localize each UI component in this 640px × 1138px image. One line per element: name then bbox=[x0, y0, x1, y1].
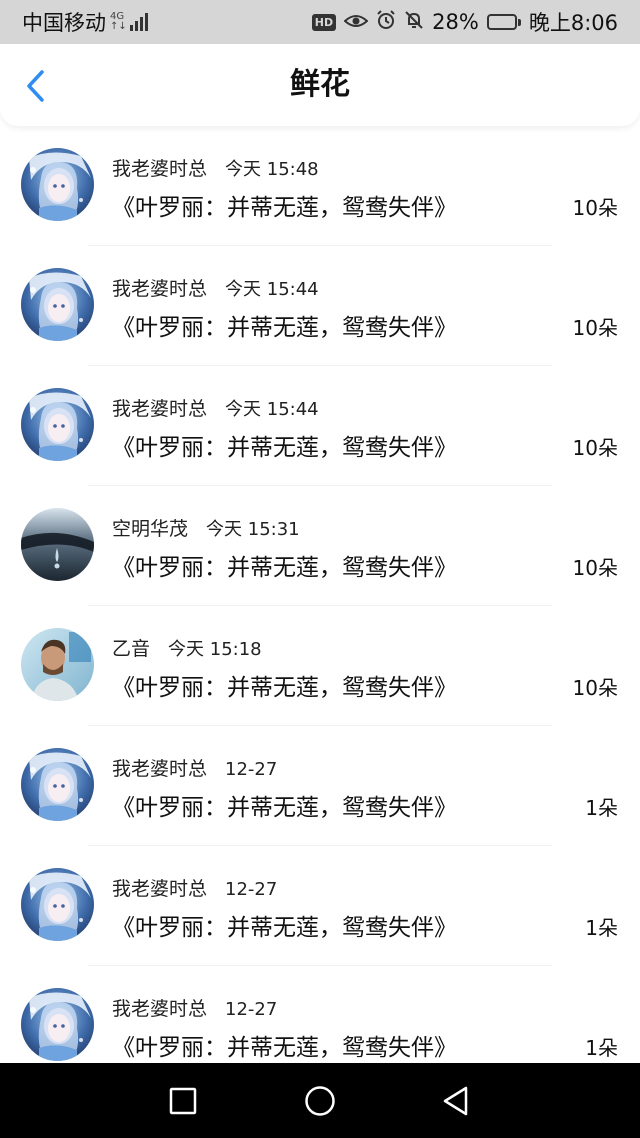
gift-work-title: 《叶罗丽：并蒂无莲，鸳鸯失伴》 bbox=[112, 555, 457, 581]
system-back-button[interactable] bbox=[438, 1083, 474, 1119]
send-time: 今天 15:44 bbox=[225, 279, 319, 300]
mute-bell-icon bbox=[404, 10, 424, 35]
gift-work-title: 《叶罗丽：并蒂无莲，鸳鸯失伴》 bbox=[112, 915, 457, 941]
sender-name[interactable]: 乙音 bbox=[112, 638, 150, 660]
sender-line: 乙音 今天 15:18 bbox=[112, 634, 262, 661]
page-title: 鲜花 bbox=[290, 67, 350, 102]
back-triangle-icon bbox=[443, 1086, 468, 1116]
flower-record-row[interactable]: 空明华茂 今天 15:31 《叶罗丽：并蒂无莲，鸳鸯失伴》 10朵 bbox=[0, 486, 640, 606]
sender-name[interactable]: 我老婆时总 bbox=[112, 398, 207, 420]
sender-line: 我老婆时总 今天 15:48 bbox=[112, 154, 319, 181]
flower-count: 1朵 bbox=[585, 796, 618, 820]
flower-record-row[interactable]: 我老婆时总 12-27 《叶罗丽：并蒂无莲，鸳鸯失伴》 1朵 bbox=[0, 846, 640, 966]
battery-icon bbox=[486, 14, 521, 30]
sender-line: 我老婆时总 12-27 bbox=[112, 994, 277, 1021]
send-time: 12-27 bbox=[225, 759, 278, 780]
flower-count: 1朵 bbox=[585, 1036, 618, 1060]
flower-record-row[interactable]: 我老婆时总 12-27 《叶罗丽：并蒂无莲，鸳鸯失伴》 1朵 bbox=[0, 726, 640, 846]
network-type: 4G ↑↓ bbox=[110, 12, 127, 32]
user-avatar[interactable] bbox=[21, 748, 94, 821]
gift-work-title: 《叶罗丽：并蒂无莲，鸳鸯失伴》 bbox=[112, 435, 457, 461]
sender-line: 我老婆时总 12-27 bbox=[112, 754, 277, 781]
status-bar: 中国移动 4G ↑↓ HD 28% 晚上8:06 bbox=[0, 0, 640, 44]
flower-count: 10朵 bbox=[572, 196, 618, 220]
recent-apps-icon bbox=[169, 1087, 197, 1115]
user-avatar[interactable] bbox=[21, 508, 94, 581]
send-time: 今天 15:31 bbox=[206, 519, 300, 540]
gift-work-title: 《叶罗丽：并蒂无莲，鸳鸯失伴》 bbox=[112, 315, 457, 341]
sender-name[interactable]: 空明华茂 bbox=[112, 518, 188, 540]
flower-record-row[interactable]: 我老婆时总 今天 15:44 《叶罗丽：并蒂无莲，鸳鸯失伴》 10朵 bbox=[0, 246, 640, 366]
flower-record-row[interactable]: 乙音 今天 15:18 《叶罗丽：并蒂无莲，鸳鸯失伴》 10朵 bbox=[0, 606, 640, 726]
send-time: 12-27 bbox=[225, 879, 278, 900]
sender-line: 空明华茂 今天 15:31 bbox=[112, 514, 300, 541]
flower-record-row[interactable]: 我老婆时总 12-27 《叶罗丽：并蒂无莲，鸳鸯失伴》 1朵 bbox=[0, 966, 640, 1063]
clock-time: 晚上8:06 bbox=[528, 11, 618, 35]
app-header: 鲜花 bbox=[0, 44, 640, 126]
gift-work-title: 《叶罗丽：并蒂无莲，鸳鸯失伴》 bbox=[112, 795, 457, 821]
gift-work-title: 《叶罗丽：并蒂无莲，鸳鸯失伴》 bbox=[112, 1035, 457, 1061]
send-time: 今天 15:48 bbox=[225, 159, 319, 180]
signal-icon bbox=[129, 13, 150, 31]
flower-count: 1朵 bbox=[585, 916, 618, 940]
sender-name[interactable]: 我老婆时总 bbox=[112, 998, 207, 1020]
flower-count: 10朵 bbox=[572, 676, 618, 700]
user-avatar[interactable] bbox=[21, 628, 94, 701]
user-avatar[interactable] bbox=[21, 988, 94, 1061]
system-nav-bar bbox=[0, 1063, 640, 1138]
carrier-name: 中国移动 bbox=[22, 11, 106, 35]
network-activity-label: ↑↓ bbox=[110, 21, 127, 32]
recent-apps-button[interactable] bbox=[165, 1083, 201, 1119]
alarm-icon bbox=[376, 9, 396, 35]
sender-name[interactable]: 我老婆时总 bbox=[112, 278, 207, 300]
list-area: 我老婆时总 今天 15:48 《叶罗丽：并蒂无莲，鸳鸯失伴》 10朵 我老婆时总 今天 1… bbox=[0, 126, 640, 1063]
flower-record-list: 我老婆时总 今天 15:48 《叶罗丽：并蒂无莲，鸳鸯失伴》 10朵 我老婆时总 今天 1… bbox=[0, 126, 640, 1063]
battery-percent: 28% bbox=[432, 10, 479, 34]
send-time: 12-27 bbox=[225, 999, 278, 1020]
sender-line: 我老婆时总 12-27 bbox=[112, 874, 277, 901]
send-time: 今天 15:44 bbox=[225, 399, 319, 420]
gift-work-title: 《叶罗丽：并蒂无莲，鸳鸯失伴》 bbox=[112, 195, 457, 221]
home-button[interactable] bbox=[302, 1083, 338, 1119]
flower-record-row[interactable]: 我老婆时总 今天 15:44 《叶罗丽：并蒂无莲，鸳鸯失伴》 10朵 bbox=[0, 366, 640, 486]
sender-line: 我老婆时总 今天 15:44 bbox=[112, 274, 319, 301]
sender-line: 我老婆时总 今天 15:44 bbox=[112, 394, 319, 421]
user-avatar[interactable] bbox=[21, 268, 94, 341]
home-icon bbox=[305, 1086, 335, 1116]
status-right: HD 28% 晚上8:06 bbox=[304, 7, 618, 37]
flower-count: 10朵 bbox=[572, 316, 618, 340]
flower-record-row[interactable]: 我老婆时总 今天 15:48 《叶罗丽：并蒂无莲，鸳鸯失伴》 10朵 bbox=[0, 126, 640, 246]
sender-name[interactable]: 我老婆时总 bbox=[112, 758, 207, 780]
sender-name[interactable]: 我老婆时总 bbox=[112, 878, 207, 900]
hd-badge: HD bbox=[311, 13, 337, 31]
user-avatar[interactable] bbox=[21, 148, 94, 221]
status-left: 中国移动 4G ↑↓ bbox=[22, 7, 150, 37]
flower-count: 10朵 bbox=[572, 436, 618, 460]
sender-name[interactable]: 我老婆时总 bbox=[112, 158, 207, 180]
gift-work-title: 《叶罗丽：并蒂无莲，鸳鸯失伴》 bbox=[112, 675, 457, 701]
user-avatar[interactable] bbox=[21, 388, 94, 461]
flower-count: 10朵 bbox=[572, 556, 618, 580]
user-avatar[interactable] bbox=[21, 868, 94, 941]
eye-icon bbox=[343, 10, 369, 34]
send-time: 今天 15:18 bbox=[168, 639, 262, 660]
